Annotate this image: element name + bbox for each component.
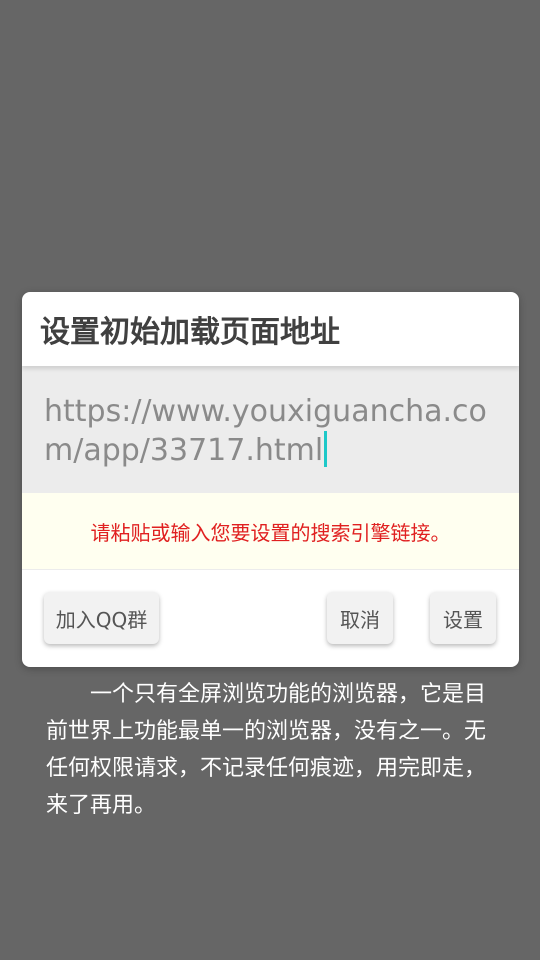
dialog-title: 设置初始加载页面地址 [22,292,519,366]
set-homepage-dialog: 设置初始加载页面地址 https://www.youxiguancha.com/… [22,292,519,667]
url-input[interactable]: https://www.youxiguancha.com/app/33717.h… [22,366,519,493]
set-button[interactable]: 设置 [430,592,496,644]
hint-message: 请粘贴或输入您要设置的搜索引擎链接。 [22,493,519,570]
url-input-value: https://www.youxiguancha.com/app/33717.h… [44,394,487,468]
cancel-button[interactable]: 取消 [327,592,393,644]
app-description: 一个只有全屏浏览功能的浏览器，它是目前世界上功能最单一的浏览器，没有之一。无任何… [46,682,487,818]
text-caret [324,431,328,467]
join-qq-group-button[interactable]: 加入QQ群 [44,592,159,644]
